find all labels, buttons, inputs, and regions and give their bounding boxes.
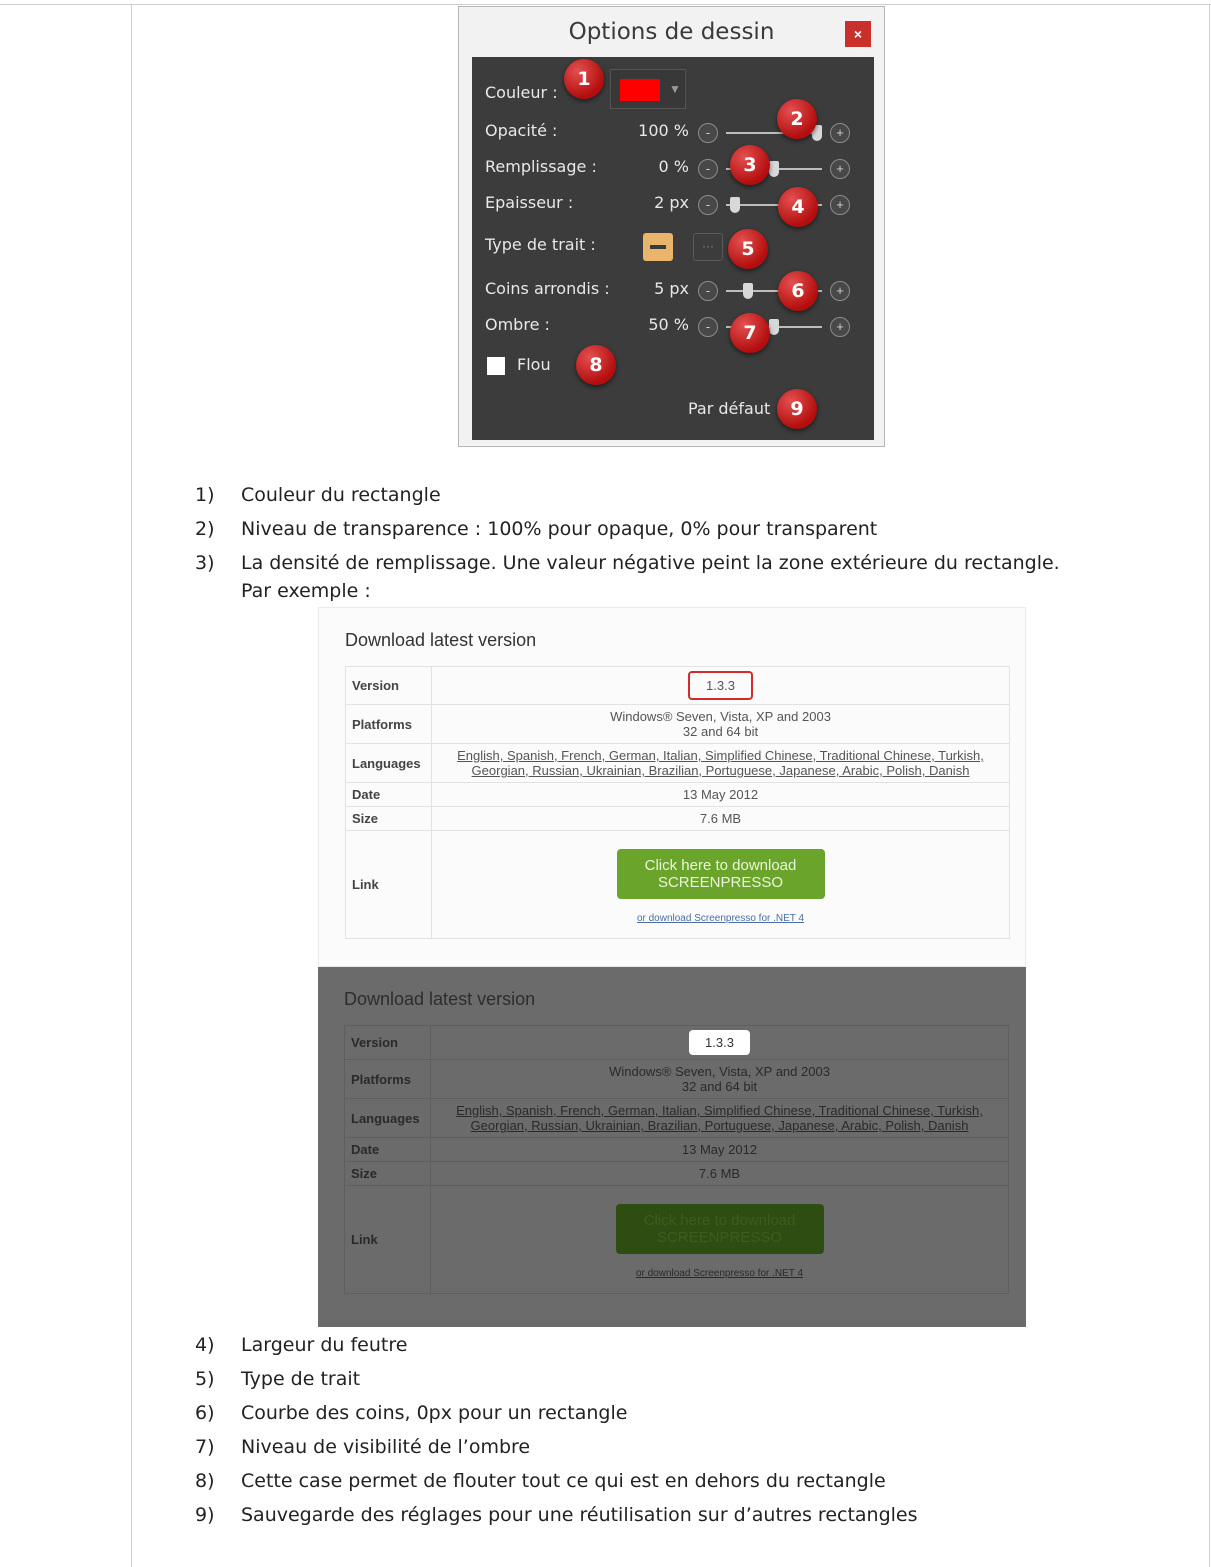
table-row: Languages English, Spanish, French, Germa…	[345, 743, 1010, 783]
download-button[interactable]: Click here to download SCREENPRESSO	[615, 1204, 824, 1254]
alt-download-link[interactable]: or download Screenpresso for .NET 4	[437, 1268, 1002, 1279]
fill-slider-thumb[interactable]	[769, 161, 779, 177]
opacity-minus-button[interactable]: -	[698, 123, 718, 143]
callout-badge-3: 3	[730, 145, 770, 185]
corners-minus-button[interactable]: -	[698, 281, 718, 301]
corners-value: 5 px	[654, 279, 689, 298]
drawing-options-dialog: Options de dessin × Couleur : ▼ Opacité …	[458, 6, 885, 447]
fill-minus-button[interactable]: -	[698, 159, 718, 179]
blur-checkbox[interactable]	[487, 357, 505, 375]
table-row: Link Click here to download SCREENPRESSO …	[344, 1185, 1009, 1294]
shadow-plus-button[interactable]: +	[830, 317, 850, 337]
dialog-title: Options de dessin	[568, 19, 775, 45]
table-row: Date 13 May 2012	[345, 782, 1010, 807]
download-screenshot-normal: Download latest version Version 1.3.3 Pla…	[318, 607, 1026, 967]
shadow-value: 50 %	[648, 315, 689, 334]
callout-badge-4: 4	[778, 187, 818, 227]
list-item: 6) Courbe des coins, 0px pour un rectangl…	[195, 1402, 628, 1424]
download-button[interactable]: Click here to download SCREENPRESSO	[616, 849, 825, 899]
blur-label: Flou	[517, 355, 551, 374]
callout-badge-8: 8	[576, 345, 616, 385]
color-label: Couleur :	[485, 83, 558, 102]
download-title: Download latest version	[345, 630, 537, 650]
corners-slider-thumb[interactable]	[743, 283, 754, 299]
callout-badge-9: 9	[777, 389, 817, 429]
table-row: Link Click here to download SCREENPRESSO …	[345, 830, 1010, 939]
thickness-slider-thumb[interactable]	[730, 197, 741, 213]
list-item: 7) Niveau de visibilité de l’ombre	[195, 1436, 531, 1458]
table-row: Size 7.6 MB	[345, 806, 1010, 831]
list-item: 1) Couleur du rectangle	[195, 484, 441, 506]
chevron-down-icon: ▼	[669, 82, 681, 96]
callout-badge-5: 5	[728, 229, 768, 269]
opacity-value: 100 %	[638, 121, 689, 140]
solid-line-button[interactable]	[643, 233, 673, 261]
table-row: Platforms Windows® Seven, Vista, XP and 2…	[344, 1059, 1009, 1099]
download-table: Version 1.3.3 Platforms Windows® Seven, Vi…	[344, 1025, 1009, 1294]
thickness-plus-button[interactable]: +	[830, 195, 850, 215]
list-item: 5) Type de trait	[195, 1368, 361, 1390]
color-swatch	[620, 79, 660, 101]
table-row: Version 1.3.3	[344, 1025, 1009, 1060]
list-item-continuation: Par exemple :	[241, 580, 371, 602]
alt-download-link[interactable]: or download Screenpresso for .NET 4	[438, 913, 1003, 924]
shadow-slider-thumb[interactable]	[769, 319, 779, 335]
callout-badge-2: 2	[777, 99, 817, 139]
thickness-label: Epaisseur :	[485, 193, 574, 212]
shadow-minus-button[interactable]: -	[698, 317, 718, 337]
corners-plus-button[interactable]: +	[830, 281, 850, 301]
corners-label: Coins arrondis :	[485, 279, 610, 298]
table-row: Size 7.6 MB	[344, 1161, 1009, 1186]
table-row: Version 1.3.3	[345, 666, 1010, 705]
version-highlight: 1.3.3	[688, 671, 753, 700]
fill-label: Remplissage :	[485, 157, 597, 176]
line-type-label: Type de trait :	[485, 235, 596, 254]
table-row: Languages English, Spanish, French, Germa…	[344, 1098, 1009, 1138]
dialog-body: Couleur : ▼ Opacité : 100 % - + Rempliss…	[472, 57, 874, 440]
download-screenshot-negative-fill: Download latest version Version 1.3.3 Pla…	[318, 967, 1026, 1327]
list-item: 3) La densité de remplissage. Une valeur …	[195, 552, 1060, 574]
list-item: 4) Largeur du feutre	[195, 1334, 408, 1356]
shadow-label: Ombre :	[485, 315, 550, 334]
download-table: Version 1.3.3 Platforms Windows® Seven, Vi…	[345, 666, 1010, 939]
callout-badge-1: 1	[564, 59, 604, 99]
color-picker[interactable]: ▼	[610, 69, 686, 109]
fill-value: 0 %	[658, 157, 689, 176]
list-item: 2) Niveau de transparence : 100% pour opa…	[195, 518, 878, 540]
close-icon[interactable]: ×	[845, 21, 871, 47]
callout-badge-6: 6	[778, 271, 818, 311]
callout-badge-7: 7	[730, 313, 770, 353]
fill-plus-button[interactable]: +	[830, 159, 850, 179]
thickness-value: 2 px	[654, 193, 689, 212]
table-row: Date 13 May 2012	[344, 1137, 1009, 1162]
thickness-minus-button[interactable]: -	[698, 195, 718, 215]
dashed-line-button[interactable]: ···	[693, 233, 723, 261]
download-title: Download latest version	[344, 989, 536, 1009]
version-highlight: 1.3.3	[689, 1030, 750, 1055]
list-item: 9) Sauvegarde des réglages pour une réuti…	[195, 1504, 918, 1526]
table-row: Platforms Windows® Seven, Vista, XP and 2…	[345, 704, 1010, 744]
opacity-label: Opacité :	[485, 121, 558, 140]
default-button[interactable]: Par défaut	[688, 399, 770, 418]
list-item: 8) Cette case permet de flouter tout ce q…	[195, 1470, 886, 1492]
opacity-plus-button[interactable]: +	[830, 123, 850, 143]
